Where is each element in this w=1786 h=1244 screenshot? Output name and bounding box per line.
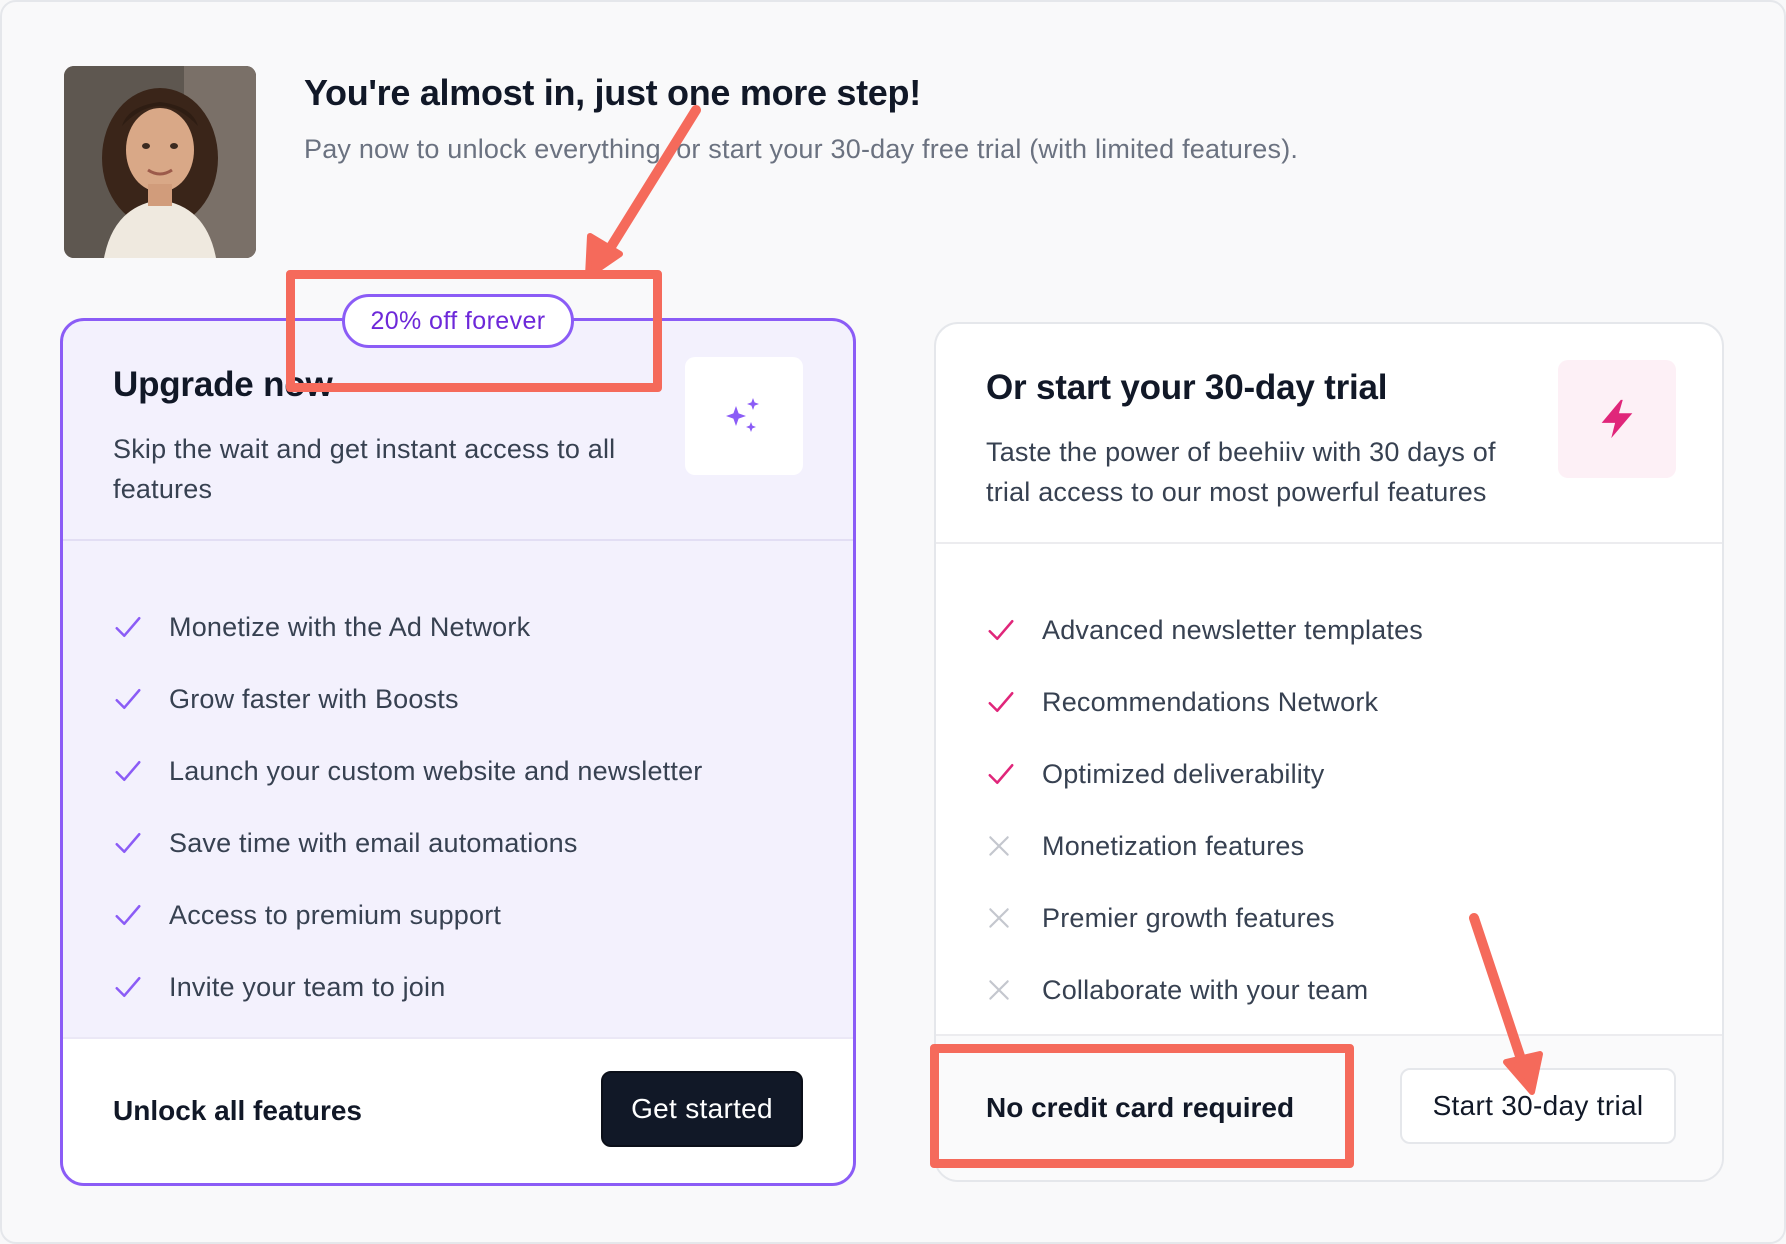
feature-item: Invite your team to join [113, 951, 703, 1023]
trial-feature-list: Advanced newsletter templates Recommenda… [986, 594, 1423, 1026]
upgrade-feature-list: Monetize with the Ad Network Grow faster… [113, 591, 703, 1023]
feature-label: Invite your team to join [169, 971, 446, 1002]
feature-label: Collaborate with your team [1042, 974, 1369, 1005]
feature-item: Monetization features [986, 810, 1423, 882]
trial-card-header: Or start your 30-day trial Taste the pow… [936, 324, 1722, 544]
check-icon [115, 689, 141, 709]
trial-card-title: Or start your 30-day trial [986, 368, 1388, 407]
feature-item: Premier growth features [986, 882, 1423, 954]
get-started-button[interactable]: Get started [601, 1071, 803, 1147]
feature-item: Monetize with the Ad Network [113, 591, 703, 663]
feature-label: Premier growth features [1042, 902, 1335, 933]
unlock-all-features-label: Unlock all features [113, 1095, 362, 1126]
annotation-box-discount [286, 270, 662, 392]
feature-label: Recommendations Network [1042, 686, 1379, 717]
trial-card-description: Taste the power of beehiiv with 30 days … [986, 437, 1496, 507]
upgrade-icon-box [685, 357, 803, 475]
feature-item: Launch your custom website and newslette… [113, 735, 703, 807]
feature-item: Grow faster with Boosts [113, 663, 703, 735]
lightning-bolt-icon [1601, 399, 1633, 439]
check-icon [988, 764, 1014, 784]
feature-label: Monetize with the Ad Network [169, 611, 531, 642]
check-icon [115, 905, 141, 925]
x-mark-icon [989, 908, 1009, 928]
trial-icon-box [1558, 360, 1676, 478]
feature-item: Optimized deliverability [986, 738, 1423, 810]
check-icon [988, 620, 1014, 640]
page-title: You're almost in, just one more step! [304, 72, 921, 113]
feature-item: Access to premium support [113, 879, 703, 951]
feature-label: Optimized deliverability [1042, 758, 1325, 789]
x-mark-icon [989, 980, 1009, 1000]
feature-item: Collaborate with your team [986, 954, 1423, 1026]
feature-label: Access to premium support [169, 899, 502, 930]
feature-label: Advanced newsletter templates [1042, 614, 1424, 645]
x-mark-icon [989, 836, 1009, 856]
page-subtitle: Pay now to unlock everything, or start y… [304, 134, 1299, 164]
check-icon [115, 617, 141, 637]
avatar-image [64, 66, 256, 258]
check-icon [115, 833, 141, 853]
annotation-box-no-credit-card [930, 1044, 1354, 1168]
feature-label: Launch your custom website and newslette… [169, 755, 703, 786]
check-icon [115, 977, 141, 997]
feature-label: Grow faster with Boosts [169, 683, 459, 714]
upgrade-card: Upgrade now Skip the wait and get instan… [60, 318, 856, 1186]
feature-item: Advanced newsletter templates [986, 594, 1423, 666]
upgrade-card-footer: Unlock all features Get started [63, 1037, 853, 1183]
check-icon [115, 761, 141, 781]
upgrade-card-description: Skip the wait and get instant access to … [113, 434, 616, 504]
check-icon [988, 692, 1014, 712]
start-trial-button[interactable]: Start 30-day trial [1400, 1068, 1676, 1144]
sparkles-icon [726, 398, 759, 432]
feature-item: Recommendations Network [986, 666, 1423, 738]
feature-item: Save time with email automations [113, 807, 703, 879]
feature-label: Save time with email automations [169, 827, 578, 858]
avatar [64, 66, 256, 258]
feature-label: Monetization features [1042, 830, 1305, 861]
